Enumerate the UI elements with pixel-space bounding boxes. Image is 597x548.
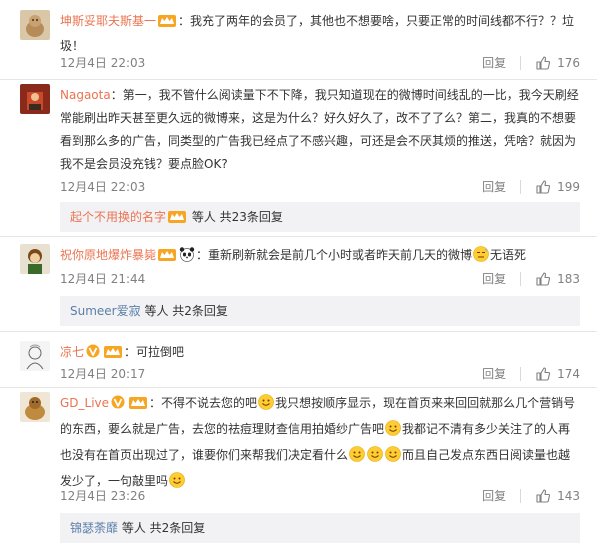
sub-replies-box[interactable]: Sumeer爱寂 等人 共2条回复 <box>60 296 580 326</box>
smile-emoji-icon <box>349 446 365 470</box>
like-count: 174 <box>557 366 580 381</box>
avatar[interactable] <box>20 392 50 422</box>
comment-text: 祝你原地爆炸暴毙 ：重新刷新就会是前几个小时或者昨天前几天的微博 无语死 <box>60 244 580 270</box>
smile-emoji-icon <box>367 446 383 470</box>
divider <box>0 331 597 332</box>
divider <box>0 387 597 388</box>
timestamp: 12月4日 22:03 <box>60 56 146 70</box>
like-button[interactable]: 143 <box>535 488 580 504</box>
comment-meta: 12月4日 20:17 回复 174 <box>60 365 580 383</box>
username-link[interactable]: Nagaota <box>60 88 111 102</box>
comment-meta: 12月4日 21:44 回复 183 <box>60 270 580 288</box>
username-link[interactable]: GD_Live <box>60 396 109 410</box>
panda-emoji-icon <box>179 246 195 270</box>
like-button[interactable]: 174 <box>535 366 580 382</box>
comment-meta: 12月4日 22:03 回复 199 <box>60 178 580 196</box>
like-button[interactable]: 176 <box>535 55 580 71</box>
reply-button[interactable]: 回复 <box>482 487 506 504</box>
sub-reply-count: 等人 共2条回复 <box>118 521 206 535</box>
divider <box>520 271 522 286</box>
vip-crown-icon <box>104 343 122 366</box>
avatar[interactable] <box>20 244 50 274</box>
timestamp: 12月4日 20:17 <box>60 367 146 381</box>
comment-text: 坤斯妥耶夫斯基一 ：我充了两年的会员了，其他也不想要啥，只要正常的时间线都不行？？… <box>60 12 575 53</box>
like-count: 176 <box>557 55 580 70</box>
divider <box>520 366 522 381</box>
divider <box>0 236 597 237</box>
like-count: 183 <box>557 271 580 286</box>
verified-v-icon <box>86 343 100 366</box>
username-link[interactable]: 坤斯妥耶夫斯基一 <box>60 14 156 28</box>
smile-emoji-icon <box>258 394 274 418</box>
reply-button[interactable]: 回复 <box>482 270 506 287</box>
sub-replies-box[interactable]: 起个不用换的名字 等人 共23条回复 <box>60 202 580 232</box>
vip-crown-icon <box>168 204 186 234</box>
avatar[interactable] <box>20 84 50 114</box>
like-button[interactable]: 183 <box>535 271 580 287</box>
comment-text: 凉七 ：可拉倒吧 <box>60 341 580 366</box>
like-count: 143 <box>557 488 580 503</box>
verified-v-icon <box>111 394 125 417</box>
like-count: 199 <box>557 179 580 194</box>
avatar[interactable] <box>20 341 50 371</box>
divider <box>520 55 522 70</box>
comment-text: GD_Live ：不得不说去您的吧 我只想按顺序显示，现在首页来来回回就那么几个营销… <box>60 392 580 496</box>
vip-crown-icon <box>158 12 176 35</box>
timestamp: 12月4日 23:26 <box>60 489 146 503</box>
comment-text: Nagaota：第一，我不管什么阅读量下不下降，我只知道现在的微博时间线乱的一比… <box>60 88 579 171</box>
sub-reply-count: 等人 共23条回复 <box>188 210 283 224</box>
thumbs-up-icon <box>535 179 551 195</box>
thumbs-up-icon <box>535 488 551 504</box>
reply-button[interactable]: 回复 <box>482 178 506 195</box>
comment-meta: 12月4日 22:03 回复 176 <box>60 54 580 72</box>
divider <box>520 179 522 194</box>
smile-emoji-icon <box>385 446 401 470</box>
username-link[interactable]: 凉七 <box>60 345 84 359</box>
avatar[interactable] <box>20 10 50 40</box>
comment-meta: 12月4日 23:26 回复 143 <box>60 487 580 505</box>
smile-emoji-icon <box>385 420 401 444</box>
thumbs-up-icon <box>535 55 551 71</box>
vip-crown-icon <box>129 394 147 417</box>
sub-reply-user[interactable]: Sumeer爱寂 <box>70 304 141 318</box>
divider <box>0 79 597 80</box>
like-button[interactable]: 199 <box>535 179 580 195</box>
sub-reply-user[interactable]: 锦瑟荼靡 <box>70 521 118 535</box>
sub-reply-count: 等人 共2条回复 <box>140 304 228 318</box>
thumbs-up-icon <box>535 366 551 382</box>
sub-replies-box[interactable]: 锦瑟荼靡 等人 共2条回复 <box>60 513 580 543</box>
reply-button[interactable]: 回复 <box>482 365 506 382</box>
timestamp: 12月4日 22:03 <box>60 180 146 194</box>
thumbs-up-icon <box>535 271 551 287</box>
divider <box>520 488 522 503</box>
timestamp: 12月4日 21:44 <box>60 272 146 286</box>
reply-button[interactable]: 回复 <box>482 54 506 71</box>
sub-reply-user[interactable]: 起个不用换的名字 <box>70 210 166 224</box>
sweat-emoji-icon <box>473 246 489 270</box>
vip-crown-icon <box>158 246 176 269</box>
username-link[interactable]: 祝你原地爆炸暴毙 <box>60 248 156 262</box>
